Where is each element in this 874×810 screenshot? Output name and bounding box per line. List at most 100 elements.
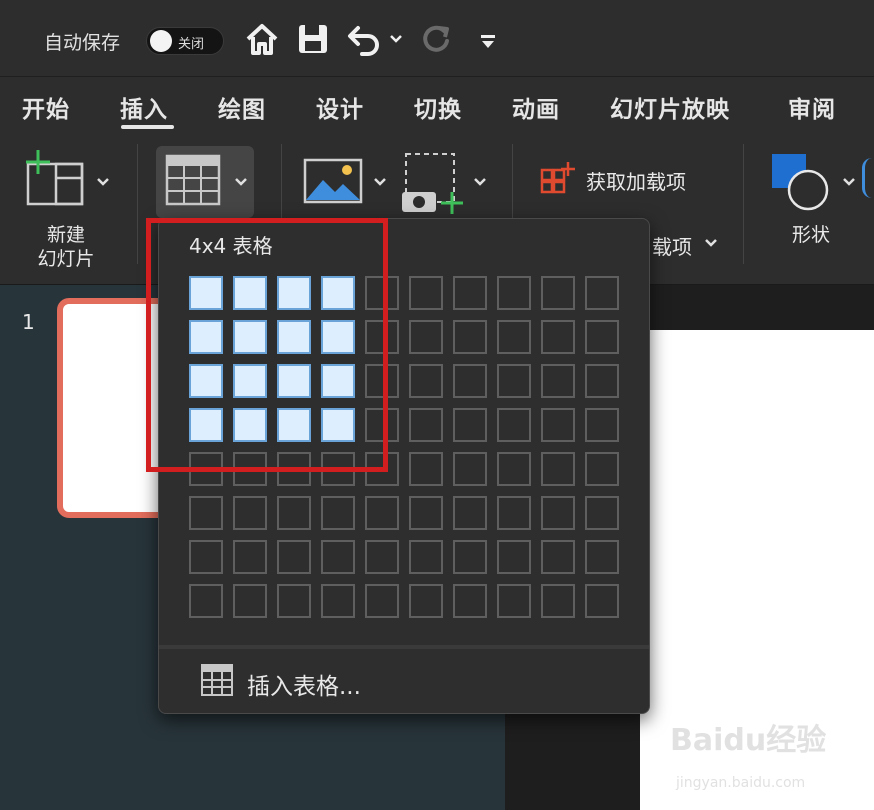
table-grid-cell[interactable] [585, 584, 619, 618]
autosave-state-label: 关闭 [178, 37, 205, 52]
pictures-icon[interactable] [303, 158, 363, 204]
tab-animations[interactable]: 动画 [512, 90, 560, 124]
shapes-icon[interactable] [770, 152, 832, 214]
table-grid-cell[interactable] [409, 496, 443, 530]
slide-number: 1 [22, 310, 35, 334]
table-grid-cell[interactable] [453, 364, 487, 398]
table-grid-cell[interactable] [409, 584, 443, 618]
table-grid-cell[interactable] [453, 408, 487, 442]
table-grid-cell[interactable] [453, 540, 487, 574]
tab-draw[interactable]: 绘图 [218, 90, 266, 124]
my-addins-label[interactable]: 载项 [652, 231, 692, 260]
table-grid-cell[interactable] [541, 364, 575, 398]
table-grid-cell[interactable] [453, 584, 487, 618]
table-grid-cell[interactable] [277, 496, 311, 530]
tab-slideshow[interactable]: 幻灯片放映 [610, 90, 730, 124]
table-grid-cell[interactable] [321, 584, 355, 618]
tab-transitions[interactable]: 切换 [414, 90, 462, 124]
insert-table-menu-item[interactable]: 插入表格... [247, 667, 361, 701]
table-grid-cell[interactable] [541, 584, 575, 618]
table-grid-cell[interactable] [453, 452, 487, 486]
table-grid-cell[interactable] [409, 540, 443, 574]
watermark-url: jingyan.baidu.com [676, 775, 806, 791]
table-grid-cell[interactable] [497, 408, 531, 442]
table-grid-cell[interactable] [585, 496, 619, 530]
table-grid-cell[interactable] [409, 408, 443, 442]
table-grid-cell[interactable] [321, 540, 355, 574]
active-tab-indicator [121, 125, 174, 129]
new-slide-icon[interactable] [24, 150, 84, 206]
table-grid-cell[interactable] [409, 320, 443, 354]
customize-toolbar-icon[interactable] [479, 34, 497, 50]
icons-partial-icon[interactable] [862, 158, 874, 198]
redo-icon[interactable] [420, 22, 454, 56]
table-grid-cell[interactable] [233, 496, 267, 530]
table-icon [165, 154, 221, 206]
tab-design[interactable]: 设计 [316, 90, 364, 124]
screenshot-dropdown-icon[interactable] [473, 177, 487, 187]
toolbar-divider [137, 144, 138, 264]
table-grid-cell[interactable] [189, 584, 223, 618]
new-slide-dropdown-icon[interactable] [96, 177, 110, 187]
toolbar-divider [743, 144, 744, 264]
tab-review[interactable]: 审阅 [788, 90, 836, 124]
table-grid-cell[interactable] [365, 584, 399, 618]
save-icon[interactable] [297, 22, 329, 56]
table-grid-cell[interactable] [541, 452, 575, 486]
table-grid-cell[interactable] [497, 496, 531, 530]
table-grid-cell[interactable] [277, 584, 311, 618]
table-grid-cell[interactable] [585, 276, 619, 310]
table-grid-cell[interactable] [189, 540, 223, 574]
table-grid-cell[interactable] [585, 364, 619, 398]
screenshot-icon[interactable] [400, 152, 464, 214]
autosave-toggle[interactable]: 关闭 [146, 27, 224, 55]
watermark-logo: Baidu经验 [670, 723, 827, 758]
toggle-knob [150, 30, 172, 52]
home-icon[interactable] [245, 22, 279, 56]
table-grid-cell[interactable] [497, 584, 531, 618]
table-grid-cell[interactable] [321, 496, 355, 530]
table-grid-cell[interactable] [497, 452, 531, 486]
table-grid-cell[interactable] [453, 496, 487, 530]
insert-table-icon [201, 664, 233, 696]
undo-dropdown-icon[interactable] [389, 34, 403, 44]
tab-home[interactable]: 开始 [22, 90, 70, 124]
get-addins-label[interactable]: 获取加载项 [586, 166, 686, 195]
table-grid-cell[interactable] [497, 364, 531, 398]
table-grid-cell[interactable] [585, 540, 619, 574]
table-grid-cell[interactable] [585, 320, 619, 354]
shapes-dropdown-icon[interactable] [842, 177, 856, 187]
table-grid-cell[interactable] [409, 364, 443, 398]
table-grid-cell[interactable] [409, 452, 443, 486]
table-grid-cell[interactable] [541, 408, 575, 442]
tab-insert[interactable]: 插入 [120, 90, 168, 124]
table-grid-cell[interactable] [497, 540, 531, 574]
table-grid-cell[interactable] [365, 540, 399, 574]
table-grid-cell[interactable] [585, 452, 619, 486]
table-grid-cell[interactable] [541, 496, 575, 530]
table-grid-cell[interactable] [497, 320, 531, 354]
table-grid-cell[interactable] [541, 320, 575, 354]
undo-icon[interactable] [346, 22, 382, 56]
table-dropdown-icon[interactable] [234, 177, 248, 187]
table-grid-cell[interactable] [277, 540, 311, 574]
get-addins-icon[interactable] [540, 160, 576, 196]
table-grid-cell[interactable] [409, 276, 443, 310]
table-grid-cell[interactable] [233, 584, 267, 618]
table-grid-cell[interactable] [541, 276, 575, 310]
autosave-label: 自动保存 [44, 32, 121, 54]
table-grid-cell[interactable] [453, 276, 487, 310]
pictures-dropdown-icon[interactable] [373, 177, 387, 187]
dropdown-divider [159, 645, 649, 649]
highlight-box [146, 218, 388, 472]
table-grid-cell[interactable] [541, 540, 575, 574]
my-addins-dropdown-icon[interactable] [704, 238, 718, 248]
table-grid-cell[interactable] [189, 496, 223, 530]
table-grid-cell[interactable] [497, 276, 531, 310]
table-grid-cell[interactable] [365, 496, 399, 530]
new-slide-label-line2: 幻灯片 [37, 248, 95, 270]
table-grid-cell[interactable] [233, 540, 267, 574]
new-slide-label-line1: 新建 [46, 224, 85, 246]
table-grid-cell[interactable] [585, 408, 619, 442]
table-grid-cell[interactable] [453, 320, 487, 354]
